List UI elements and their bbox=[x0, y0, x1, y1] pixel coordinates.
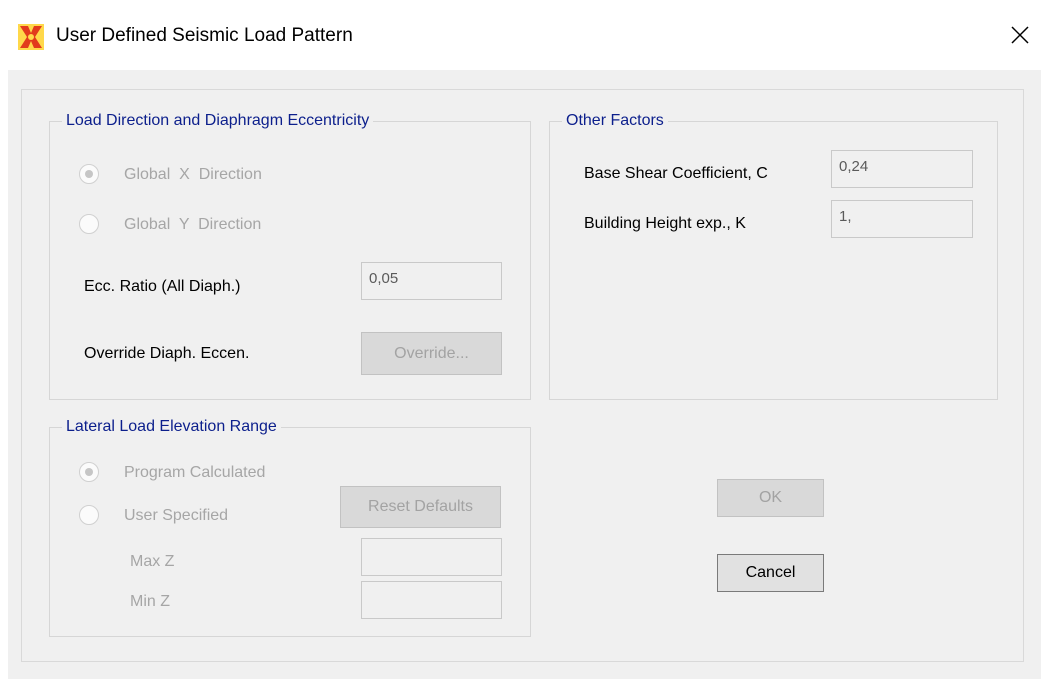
user-specified-radio[interactable] bbox=[79, 505, 99, 525]
load-direction-title: Load Direction and Diaphragm Eccentricit… bbox=[62, 110, 374, 132]
close-button[interactable] bbox=[1000, 17, 1040, 53]
max-z-label: Max Z bbox=[130, 553, 175, 570]
other-factors-title: Other Factors bbox=[562, 110, 668, 132]
height-exp-label: Building Height exp., K bbox=[584, 215, 746, 232]
title-bar: User Defined Seismic Load Pattern bbox=[0, 0, 1041, 70]
override-label: Override Diaph. Eccen. bbox=[84, 345, 250, 362]
user-specified-label[interactable]: User Specified bbox=[124, 506, 228, 526]
ecc-ratio-field[interactable]: 0,05 bbox=[361, 262, 502, 300]
min-z-label: Min Z bbox=[130, 593, 170, 610]
app-icon bbox=[18, 24, 44, 50]
close-icon[interactable] bbox=[1011, 26, 1029, 44]
window-title: User Defined Seismic Load Pattern bbox=[56, 25, 353, 46]
lateral-load-title: Lateral Load Elevation Range bbox=[62, 416, 281, 438]
program-calculated-label[interactable]: Program Calculated bbox=[124, 463, 265, 483]
cancel-button[interactable]: Cancel bbox=[717, 554, 824, 592]
global-y-label[interactable]: Global Y Direction bbox=[124, 215, 261, 235]
global-y-radio[interactable] bbox=[79, 214, 99, 234]
reset-defaults-button[interactable]: Reset Defaults bbox=[340, 486, 501, 528]
override-button[interactable]: Override... bbox=[361, 332, 502, 375]
global-x-radio[interactable] bbox=[79, 164, 99, 184]
program-calculated-radio[interactable] bbox=[79, 462, 99, 482]
min-z-field[interactable] bbox=[361, 581, 502, 619]
height-exp-field[interactable]: 1, bbox=[831, 200, 973, 238]
max-z-field[interactable] bbox=[361, 538, 502, 576]
ecc-ratio-label: Ecc. Ratio (All Diaph.) bbox=[84, 278, 241, 295]
global-x-label[interactable]: Global X Direction bbox=[124, 165, 262, 185]
base-shear-label: Base Shear Coefficient, C bbox=[584, 165, 768, 182]
base-shear-field[interactable]: 0,24 bbox=[831, 150, 973, 188]
ok-button[interactable]: OK bbox=[717, 479, 824, 517]
